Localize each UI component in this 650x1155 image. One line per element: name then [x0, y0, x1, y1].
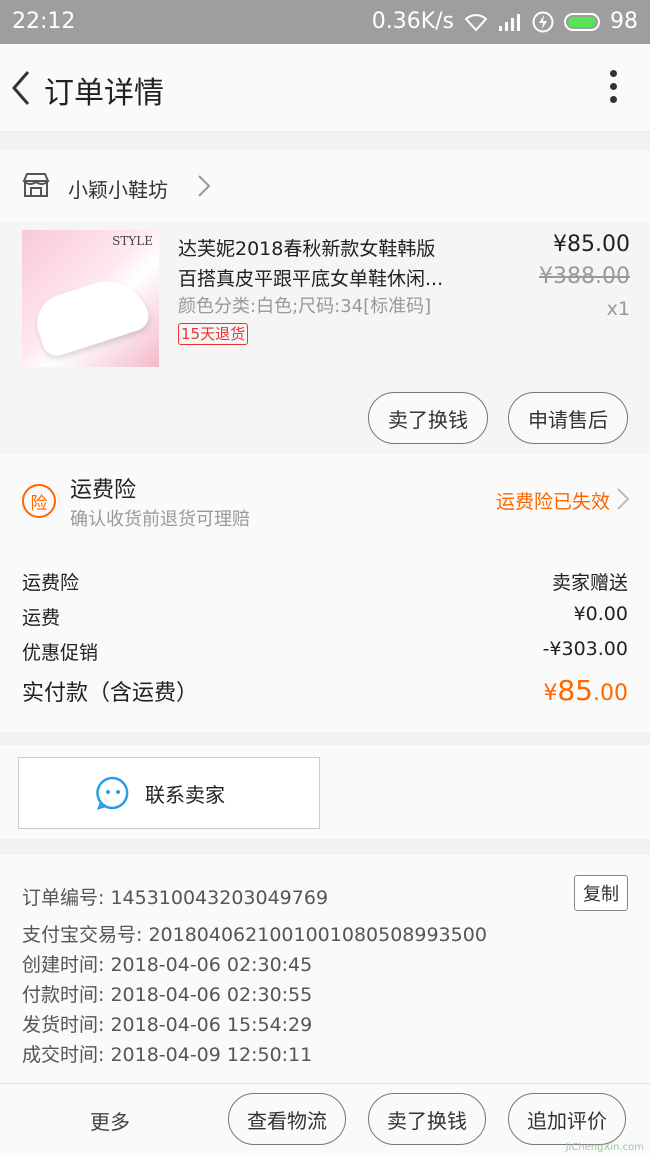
total-amount: ¥85.00 [543, 674, 628, 707]
cost-value: -¥303.00 [542, 638, 628, 660]
alipay-trade-number: 支付宝交易号: 2018040621001001080508993500 [22, 924, 487, 946]
cost-row: 运费险 卖家赠送 [22, 568, 628, 595]
shop-name: 小颖小鞋坊 [68, 178, 168, 202]
bottom-action-bar: 更多 查看物流 卖了换钱 追加评价 JiChengXin.com [0, 1083, 650, 1155]
cost-label: 优惠促销 [22, 642, 99, 664]
product-image-text: STYLE [112, 234, 153, 248]
contact-seller-button[interactable]: 联系卖家 [18, 757, 320, 829]
product-title-line2: 百搭真皮平跟平底女单鞋休闲... [178, 268, 444, 290]
product-image[interactable]: STYLE [22, 230, 159, 367]
page-title: 订单详情 [44, 76, 164, 111]
back-arrow-icon[interactable] [8, 66, 38, 110]
shipping-insurance-row[interactable]: 险 运费险 确认收货前退货可理赔 运费险已失效 [0, 454, 650, 542]
shoe-graphic [29, 270, 153, 360]
status-bar: 22:12 0.36K/s 98 [0, 0, 650, 44]
more-menu-icon[interactable] [608, 66, 618, 110]
cost-value: 卖家赠送 [551, 572, 628, 594]
order-info: 订单编号: 145310043203049769 复制 支付宝交易号: 2018… [0, 855, 650, 1083]
more-button[interactable]: 更多 [90, 1106, 130, 1135]
paid-time: 付款时间: 2018-04-06 02:30:55 [22, 984, 313, 1006]
insurance-icon: 险 [22, 484, 56, 518]
return-badge: 15天退货 [178, 323, 249, 345]
sell-for-cash-button[interactable]: 卖了换钱 [368, 392, 488, 444]
nav-bar: 订单详情 [0, 44, 650, 132]
apply-after-sales-button[interactable]: 申请售后 [508, 392, 628, 444]
insurance-subtitle: 确认收货前退货可理赔 [70, 509, 250, 530]
product-quantity: x1 [606, 298, 630, 320]
cost-row: 运费 ¥0.00 [22, 603, 628, 630]
store-icon [22, 173, 50, 197]
network-speed: 0.36K/s [371, 9, 454, 34]
chat-bubble-icon [96, 776, 129, 811]
chevron-right-icon [198, 175, 211, 197]
status-time: 22:12 [12, 9, 76, 34]
shipped-time: 发货时间: 2018-04-06 15:54:29 [22, 1014, 313, 1036]
order-number: 订单编号: 145310043203049769 [22, 887, 329, 909]
copy-button[interactable]: 复制 [574, 875, 628, 911]
add-review-button[interactable]: 追加评价 [508, 1093, 626, 1145]
total-currency: ¥ [543, 681, 558, 706]
wifi-icon [464, 13, 488, 31]
product-title: 达芙妮2018春秋新款女鞋韩版 百搭真皮平跟平底女单鞋休闲... [178, 234, 498, 294]
chevron-right-icon [617, 488, 630, 510]
original-price: ¥388.00 [539, 264, 630, 289]
product-price: ¥85.00 [553, 232, 630, 257]
total-decimals: .00 [593, 681, 628, 706]
battery-level: 98 [610, 9, 638, 34]
completed-time: 成交时间: 2018-04-09 12:50:11 [22, 1044, 313, 1066]
cost-label: 运费险 [22, 572, 80, 594]
watermark: JiChengXin.com [565, 1142, 644, 1153]
signal-icon [499, 13, 520, 31]
total-label: 实付款（含运费） [22, 681, 199, 706]
insurance-title: 运费险 [70, 478, 137, 503]
total-row: 实付款（含运费） ¥85.00 [22, 674, 628, 707]
shop-row[interactable]: 小颖小鞋坊 [0, 150, 650, 222]
view-logistics-button[interactable]: 查看物流 [228, 1093, 346, 1145]
product-item[interactable]: STYLE 达芙妮2018春秋新款女鞋韩版 百搭真皮平跟平底女单鞋休闲... 颜… [0, 222, 650, 454]
created-time: 创建时间: 2018-04-06 02:30:45 [22, 954, 313, 976]
product-attributes: 颜色分类:白色;尺码:34[标准码] [178, 296, 432, 317]
cost-label: 运费 [22, 607, 61, 629]
status-right: 0.36K/s 98 [372, 9, 638, 34]
cost-row: 优惠促销 -¥303.00 [22, 638, 628, 665]
cost-value: ¥0.00 [573, 603, 628, 625]
sell-for-cash-bottom-button[interactable]: 卖了换钱 [368, 1093, 486, 1145]
battery-icon [564, 12, 600, 31]
insurance-status: 运费险已失效 [495, 491, 610, 513]
contact-section: 联系卖家 [0, 745, 650, 839]
total-main: 85 [557, 674, 593, 707]
product-title-line1: 达芙妮2018春秋新款女鞋韩版 [178, 238, 436, 260]
charging-icon [532, 11, 554, 32]
cost-breakdown: 运费险 卖家赠送 运费 ¥0.00 优惠促销 -¥303.00 实付款（含运费）… [0, 542, 650, 732]
contact-seller-label: 联系卖家 [145, 782, 225, 807]
